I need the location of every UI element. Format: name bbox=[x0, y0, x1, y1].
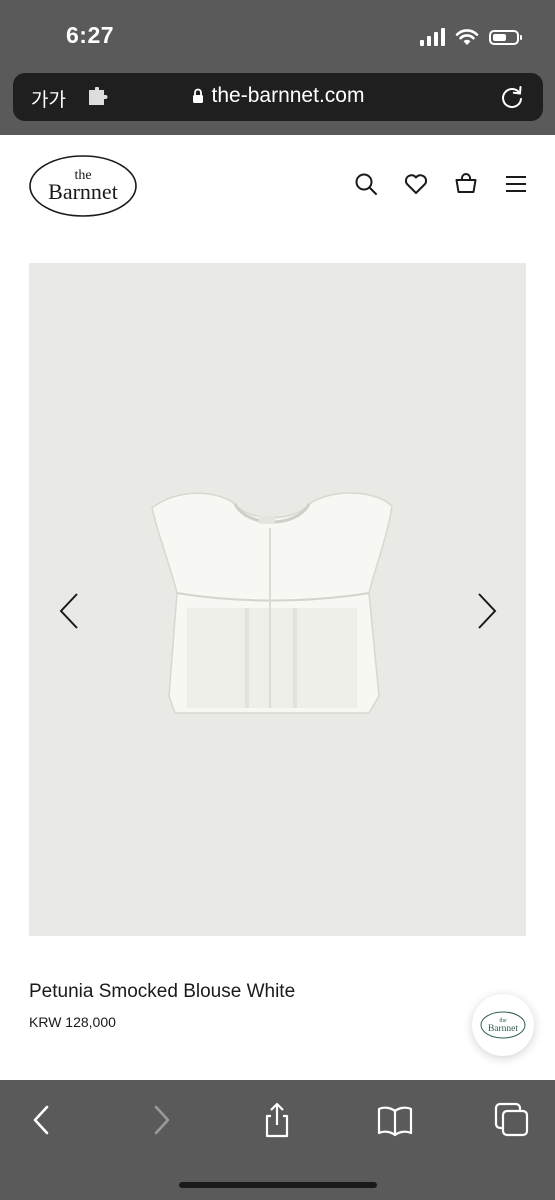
home-indicator bbox=[179, 1182, 377, 1188]
floating-chat-button[interactable]: the Barnnet bbox=[472, 994, 534, 1056]
share-icon[interactable] bbox=[259, 1102, 295, 1138]
browser-top-chrome: 6:27 가가 the-barnnet.com bbox=[0, 0, 555, 135]
badge-text-large: Barnnet bbox=[488, 1024, 518, 1034]
forward-icon[interactable] bbox=[143, 1102, 179, 1138]
barnnet-badge-logo: the Barnnet bbox=[480, 1011, 526, 1039]
status-time: 6:27 bbox=[66, 22, 115, 48]
battery-icon bbox=[489, 29, 522, 45]
reload-icon[interactable] bbox=[499, 84, 525, 110]
blouse-product-image bbox=[151, 492, 393, 714]
cellular-signal-icon bbox=[420, 28, 445, 46]
lock-icon bbox=[192, 89, 203, 104]
bookmarks-icon[interactable] bbox=[377, 1102, 413, 1138]
logo-text-large: Barnnet bbox=[48, 179, 118, 204]
carousel-prev-arrow-icon[interactable] bbox=[57, 591, 81, 631]
search-icon[interactable] bbox=[353, 171, 379, 197]
barnnet-logo[interactable]: the Barnnet bbox=[28, 154, 138, 218]
tabs-icon[interactable] bbox=[494, 1102, 530, 1138]
site-header: the Barnnet bbox=[0, 135, 555, 245]
product-image-carousel[interactable] bbox=[29, 263, 526, 936]
address-bar[interactable]: 가가 the-barnnet.com bbox=[13, 73, 543, 121]
product-price: KRW 128,000 bbox=[29, 1014, 116, 1030]
url-display[interactable]: the-barnnet.com bbox=[13, 84, 543, 108]
product-name[interactable]: Petunia Smocked Blouse White bbox=[29, 981, 295, 1003]
status-icons bbox=[420, 24, 522, 50]
menu-icon[interactable] bbox=[503, 171, 529, 197]
heart-icon[interactable] bbox=[403, 171, 429, 197]
wifi-icon bbox=[455, 29, 479, 45]
url-text: the-barnnet.com bbox=[211, 84, 365, 107]
header-icons bbox=[353, 171, 529, 197]
back-icon[interactable] bbox=[24, 1102, 60, 1138]
carousel-next-arrow-icon[interactable] bbox=[475, 591, 499, 631]
bag-icon[interactable] bbox=[453, 171, 479, 197]
